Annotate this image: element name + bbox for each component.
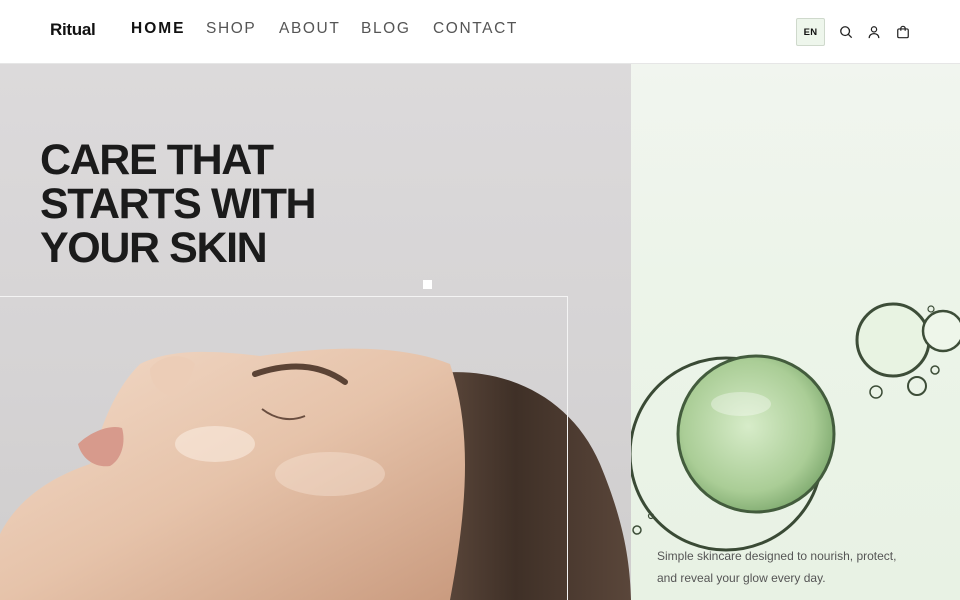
nav-blog-link[interactable]: BLOG (361, 20, 433, 38)
nav-about-link[interactable]: ABOUT (279, 20, 361, 38)
nav-contact-link[interactable]: CONTACT (433, 20, 523, 38)
side-panel: Simple skincare designed to nourish, pro… (631, 64, 960, 600)
headline-line-3: YOUR SKIN (40, 224, 268, 272)
user-icon[interactable] (866, 24, 882, 40)
tagline-text: Simple skincare designed to nourish, pro… (657, 549, 897, 585)
decorative-square (423, 280, 432, 289)
site-header: Ritual HOME SHOP ABOUT BLOG CONTACT EN (0, 0, 960, 64)
headline-line-1: CARE THAT (40, 136, 274, 184)
hero-section: CARE THAT STARTS WITH YOUR SKIN (0, 64, 631, 600)
nav-shop-link[interactable]: SHOP (206, 20, 279, 38)
main-nav: HOME SHOP ABOUT BLOG CONTACT (131, 20, 523, 38)
image-frame-outline (0, 296, 568, 600)
brand-logo[interactable]: Ritual (50, 20, 96, 40)
hero-headline: CARE THAT STARTS WITH YOUR SKIN (40, 136, 317, 272)
headline-line-2: STARTS WITH (40, 180, 317, 228)
nav-home-link[interactable]: HOME (131, 20, 206, 38)
language-switcher[interactable]: EN (796, 18, 825, 46)
search-icon[interactable] (838, 24, 854, 40)
cart-icon[interactable] (895, 24, 911, 40)
serum-bubbles-image (631, 302, 960, 552)
